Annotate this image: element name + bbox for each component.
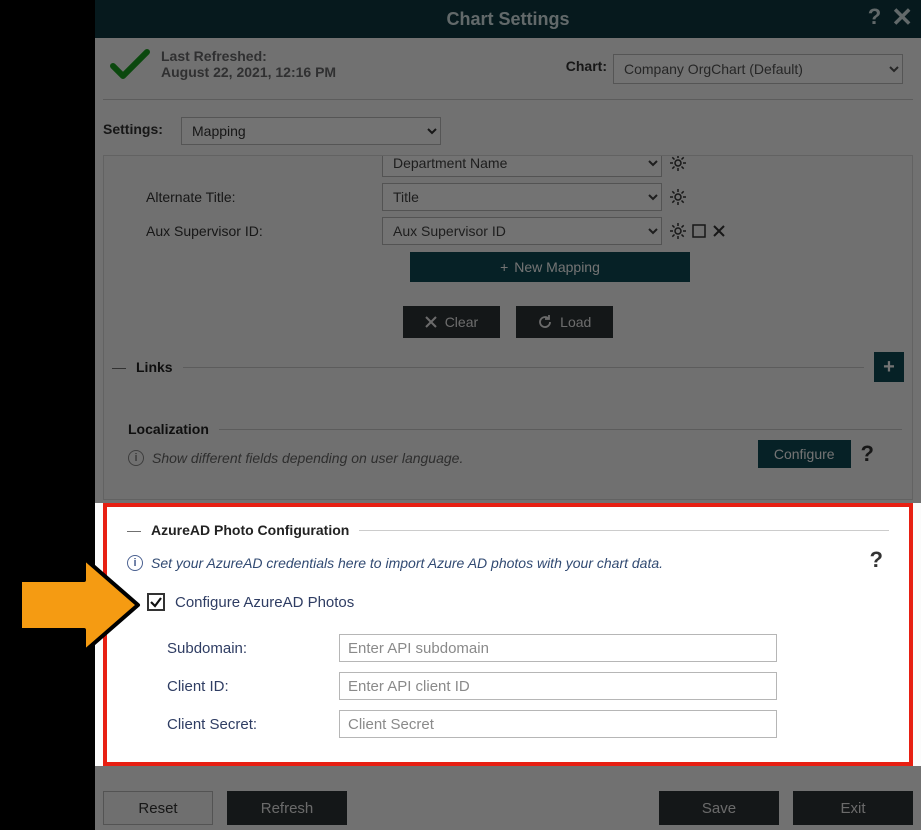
azure-section: — AzureAD Photo Configuration i Set your…: [103, 503, 913, 766]
new-mapping-button[interactable]: + New Mapping: [410, 252, 690, 282]
azure-clientid-input[interactable]: [339, 672, 777, 700]
help-icon[interactable]: ?: [870, 547, 883, 573]
azure-title: AzureAD Photo Configuration: [151, 522, 349, 538]
refresh-icon: [538, 315, 552, 329]
remove-icon[interactable]: [712, 224, 726, 238]
mapping-select-alt-title[interactable]: Title: [382, 183, 662, 211]
title-bar: Chart Settings ? ✕: [95, 0, 921, 38]
links-title: Links: [136, 359, 173, 375]
azure-inner: — AzureAD Photo Configuration i Set your…: [127, 517, 889, 752]
mapping-row-actions: [670, 155, 686, 171]
mapping-row-actions: [670, 189, 686, 205]
refresh-row: Last Refreshed: August 22, 2021, 12:16 P…: [103, 44, 913, 100]
azure-checkbox-row[interactable]: Configure AzureAD Photos: [147, 593, 889, 611]
azure-hint: Set your AzureAD credentials here to imp…: [151, 555, 663, 571]
localization-header: Localization: [128, 416, 902, 442]
refresh-label: Last Refreshed:: [161, 48, 336, 64]
azure-secret-input[interactable]: [339, 710, 777, 738]
plus-icon: +: [500, 259, 508, 275]
azure-header: — AzureAD Photo Configuration: [127, 517, 889, 543]
exit-button[interactable]: Exit: [793, 791, 913, 825]
refresh-text: Last Refreshed: August 22, 2021, 12:16 P…: [161, 48, 336, 80]
reset-button[interactable]: Reset: [103, 791, 213, 825]
azure-clientid-label: Client ID:: [167, 678, 339, 695]
chart-select[interactable]: Company OrgChart (Default): [613, 54, 903, 84]
links-section: — Links +: [112, 354, 904, 380]
gear-icon[interactable]: [670, 223, 686, 239]
page-root: Chart Settings ? ✕ Last Refreshed: Augus…: [0, 0, 921, 830]
divider: [219, 429, 902, 430]
square-icon[interactable]: [692, 224, 706, 238]
chart-label: Chart:: [566, 58, 607, 74]
close-icon: [425, 316, 437, 328]
load-button[interactable]: Load: [516, 306, 613, 338]
save-button[interactable]: Save: [659, 791, 779, 825]
mapping-row-alt-title: Alternate Title: Title: [118, 180, 898, 214]
refresh-date: August 22, 2021, 12:16 PM: [161, 64, 336, 80]
clear-button[interactable]: Clear: [403, 306, 500, 338]
divider: [183, 367, 864, 368]
settings-label: Settings:: [103, 121, 163, 137]
titlebar-controls: ? ✕: [868, 4, 913, 30]
mapping-row-actions: [670, 223, 726, 239]
azure-checkbox[interactable]: [147, 593, 165, 611]
localization-title: Localization: [128, 421, 209, 437]
info-icon: i: [128, 450, 144, 466]
dash-icon: —: [112, 359, 126, 375]
close-icon[interactable]: ✕: [891, 8, 913, 26]
mapping-select-aux-sup[interactable]: Aux Supervisor ID: [382, 217, 662, 245]
settings-select[interactable]: Mapping: [181, 117, 441, 145]
links-header: — Links +: [112, 354, 904, 380]
localization-actions: Configure ?: [758, 440, 874, 468]
dialog-container: Chart Settings ? ✕ Last Refreshed: Augus…: [95, 0, 921, 830]
mapping-panel: Division: Department Name Alternate Titl…: [103, 155, 913, 500]
azure-info: i Set your AzureAD credentials here to i…: [127, 555, 889, 571]
gear-icon[interactable]: [670, 189, 686, 205]
azure-subdomain-row: Subdomain:: [167, 629, 889, 667]
refresh-check-icon: [109, 48, 151, 82]
azure-secret-row: Client Secret:: [167, 705, 889, 743]
azure-checkbox-label: Configure AzureAD Photos: [175, 594, 354, 611]
azure-fields: Subdomain: Client ID: Client Secret:: [167, 629, 889, 743]
azure-subdomain-input[interactable]: [339, 634, 777, 662]
divider: [359, 530, 889, 531]
new-mapping-label: New Mapping: [514, 259, 600, 275]
dash-icon: —: [127, 522, 141, 538]
callout-arrow-icon: [14, 550, 144, 660]
localization-section: Localization i Show different fields dep…: [128, 416, 902, 466]
mapping-mid-buttons: Clear Load: [104, 306, 912, 338]
bottom-bar: Reset Refresh Save Exit: [95, 790, 913, 826]
help-icon[interactable]: ?: [868, 4, 881, 30]
mapping-label-aux-sup: Aux Supervisor ID:: [118, 223, 382, 239]
mapping-row-division: Division: Department Name: [118, 155, 898, 180]
configure-button[interactable]: Configure: [758, 440, 851, 468]
gear-icon[interactable]: [670, 155, 686, 171]
mapping-label-alt-title: Alternate Title:: [118, 189, 382, 205]
mapping-row-aux-sup: Aux Supervisor ID: Aux Supervisor ID: [118, 214, 898, 248]
azure-subdomain-label: Subdomain:: [167, 640, 339, 657]
azure-secret-label: Client Secret:: [167, 716, 339, 733]
mapping-inner: Division: Department Name Alternate Titl…: [118, 160, 898, 282]
mapping-select-division[interactable]: Department Name: [382, 155, 662, 177]
help-icon[interactable]: ?: [861, 441, 874, 467]
refresh-button[interactable]: Refresh: [227, 791, 347, 825]
load-label: Load: [560, 314, 591, 330]
links-add-button[interactable]: +: [874, 352, 904, 382]
azure-clientid-row: Client ID:: [167, 667, 889, 705]
localization-hint: Show different fields depending on user …: [152, 450, 463, 466]
clear-label: Clear: [445, 314, 478, 330]
dialog-title: Chart Settings: [446, 9, 569, 30]
